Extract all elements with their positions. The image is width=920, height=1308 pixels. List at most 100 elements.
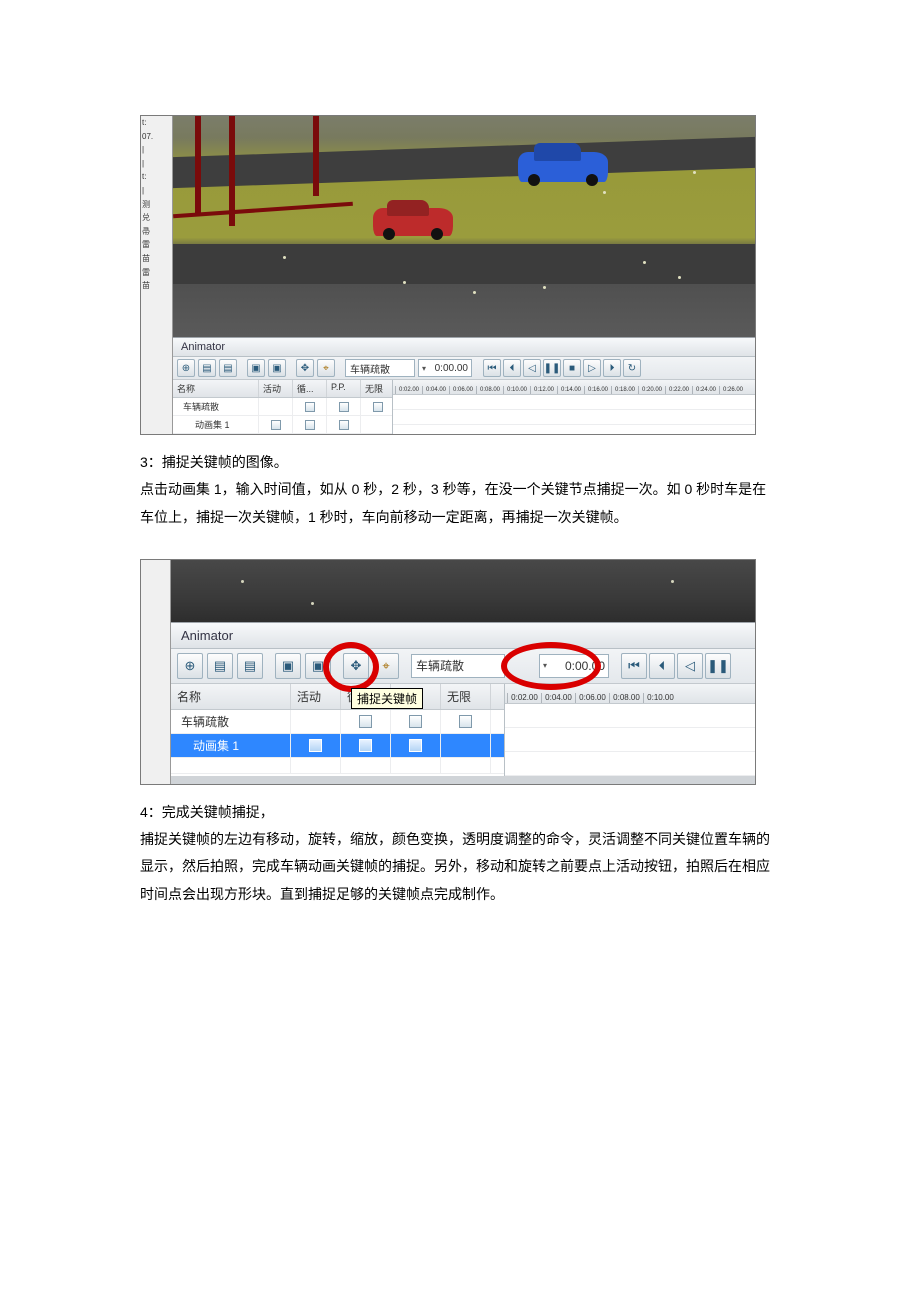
col-name[interactable]: 名称 [173,380,259,397]
back-icon[interactable]: ◁ [677,653,703,679]
side-label: | [142,159,171,169]
group-icon[interactable]: ▣ [275,653,301,679]
row-name: 动画集 1 [171,734,291,757]
next-icon[interactable]: ⏵ [603,359,621,377]
time-value: 0:00.00 [565,659,605,673]
step4-text: 捕捉关键帧的左边有移动，旋转，缩放，颜色变换，透明度调整的命令，灵活调整不同关键… [140,826,780,908]
viewport-3d[interactable] [173,116,755,337]
animator-timeline[interactable]: 0:02.000:04.000:06.000:08.000:10.00 [505,684,755,776]
step3-text: 点击动画集 1，输入时间值，如从 0 秒，2 秒，3 秒等，在没一个关键节点捕捉… [140,476,780,531]
capture-keyframe-icon[interactable]: ⌖ [373,653,399,679]
scene-name-field[interactable]: 车辆疏散 [411,654,505,678]
animator-tree: 名称 活动 循... P.P. 无限 车辆疏散 [173,380,393,434]
checkbox[interactable] [305,420,315,430]
fig1-sidebar: t: 07. | | t: | 测 兑 帚 雷 苗 雷 苗 [141,116,173,434]
prev-icon[interactable]: ⏴ [503,359,521,377]
side-label: 07. [142,132,171,142]
side-label: 兑 [142,213,171,223]
side-label: 帚 [142,227,171,237]
col-pp[interactable]: P.P. [327,380,361,397]
figure-2: Animator ⊕ ▤ ▤ ▣ ▣ ✥ ⌖ 车辆疏散 ▾ 0: [140,559,756,785]
col-active[interactable]: 活动 [259,380,293,397]
row-name: 动画集 1 [173,416,259,433]
checkbox[interactable] [305,402,315,412]
checkbox[interactable] [359,739,372,752]
row-name: 车辆疏散 [171,710,291,733]
animator-title: Animator [171,623,755,649]
first-icon[interactable]: ⏮ [621,653,647,679]
animator-tree: 名称 活动 循... P.P. 无限 车辆疏散 [171,684,505,776]
tooltip-capture-keyframe: 捕捉关键帧 [351,688,423,709]
table-row-selected[interactable]: 动画集 1 [171,734,504,758]
col-active[interactable]: 活动 [291,684,341,709]
animator-title: Animator [173,338,755,357]
checkbox[interactable] [309,739,322,752]
loop-icon[interactable]: ↻ [623,359,641,377]
checkbox[interactable] [373,402,383,412]
checkbox[interactable] [409,739,422,752]
side-label: 测 [142,200,171,210]
checkbox[interactable] [409,715,422,728]
figure-1: t: 07. | | t: | 测 兑 帚 雷 苗 雷 苗 [140,115,756,435]
animator-panel: Animator ⊕ ▤ ▤ ▣ ▣ ✥ ⌖ 车辆疏散 ▾ 0: [171,622,755,776]
group-icon[interactable]: ▣ [268,359,286,377]
animator-toolbar: ⊕ ▤ ▤ ▣ ▣ ✥ ⌖ 车辆疏散 ▾ 0:00.00 [173,357,755,380]
step4-title: 4：完成关键帧捕捉， [140,799,780,826]
table-row[interactable]: 动画集 1 [173,416,392,434]
group-icon[interactable]: ▣ [305,653,331,679]
group-icon[interactable]: ▣ [247,359,265,377]
animator-toolbar: ⊕ ▤ ▤ ▣ ▣ ✥ ⌖ 车辆疏散 ▾ 0:00.00 [171,649,755,684]
checkbox[interactable] [271,420,281,430]
side-label: | [142,186,171,196]
play-icon[interactable]: ▷ [583,359,601,377]
viewport-strip[interactable] [171,560,755,622]
side-label: 雷 [142,268,171,278]
checkbox[interactable] [339,420,349,430]
side-label: t: [142,118,171,128]
animator-timeline[interactable]: 0:02.000:04.000:06.000:08.000:10.000:12.… [393,380,755,434]
chevron-down-icon[interactable]: ▾ [422,364,426,373]
tree-icon[interactable]: ▤ [207,653,233,679]
tree-icon[interactable]: ▤ [198,359,216,377]
globe-icon[interactable]: ⊕ [177,359,195,377]
time-field[interactable]: ▾ 0:00.00 [539,654,609,678]
fig2-sidebar [141,560,171,784]
back-icon[interactable]: ◁ [523,359,541,377]
chevron-down-icon[interactable]: ▾ [543,661,547,670]
time-value: 0:00.00 [435,363,468,374]
pause-icon[interactable]: ❚❚ [543,359,561,377]
side-label: 苗 [142,281,171,291]
scene-name-field[interactable]: 车辆疏散 [345,359,415,377]
step3-title: 3：捕捉关键帧的图像。 [140,449,780,476]
first-icon[interactable]: ⏮ [483,359,501,377]
stop-icon[interactable]: ■ [563,359,581,377]
tree-icon[interactable]: ▤ [237,653,263,679]
prev-icon[interactable]: ⏴ [649,653,675,679]
col-name[interactable]: 名称 [171,684,291,709]
timeline-ruler: 0:02.000:04.000:06.000:08.000:10.000:12.… [393,380,755,395]
globe-icon[interactable]: ⊕ [177,653,203,679]
time-field[interactable]: ▾ 0:00.00 [418,359,472,377]
timeline-ruler: 0:02.000:04.000:06.000:08.000:10.00 [505,684,755,704]
tree-icon[interactable]: ▤ [219,359,237,377]
side-label: 苗 [142,254,171,264]
move-icon[interactable]: ✥ [343,653,369,679]
pause-icon[interactable]: ❚❚ [705,653,731,679]
side-label: t: [142,172,171,182]
checkbox[interactable] [459,715,472,728]
move-icon[interactable]: ✥ [296,359,314,377]
animator-panel: Animator ⊕ ▤ ▤ ▣ ▣ ✥ ⌖ 车辆疏散 ▾ 0:00.00 [173,337,755,434]
table-row[interactable]: 车辆疏散 [173,398,392,416]
table-row[interactable]: 车辆疏散 [171,710,504,734]
side-label: 雷 [142,240,171,250]
car-blue [518,152,608,182]
checkbox[interactable] [339,402,349,412]
capture-keyframe-icon[interactable]: ⌖ [317,359,335,377]
checkbox[interactable] [359,715,372,728]
col-inf[interactable]: 无限 [441,684,491,709]
col-loop[interactable]: 循... [293,380,327,397]
car-red [373,208,453,236]
col-inf[interactable]: 无限 [361,380,395,397]
side-label: | [142,145,171,155]
table-row [171,758,504,774]
